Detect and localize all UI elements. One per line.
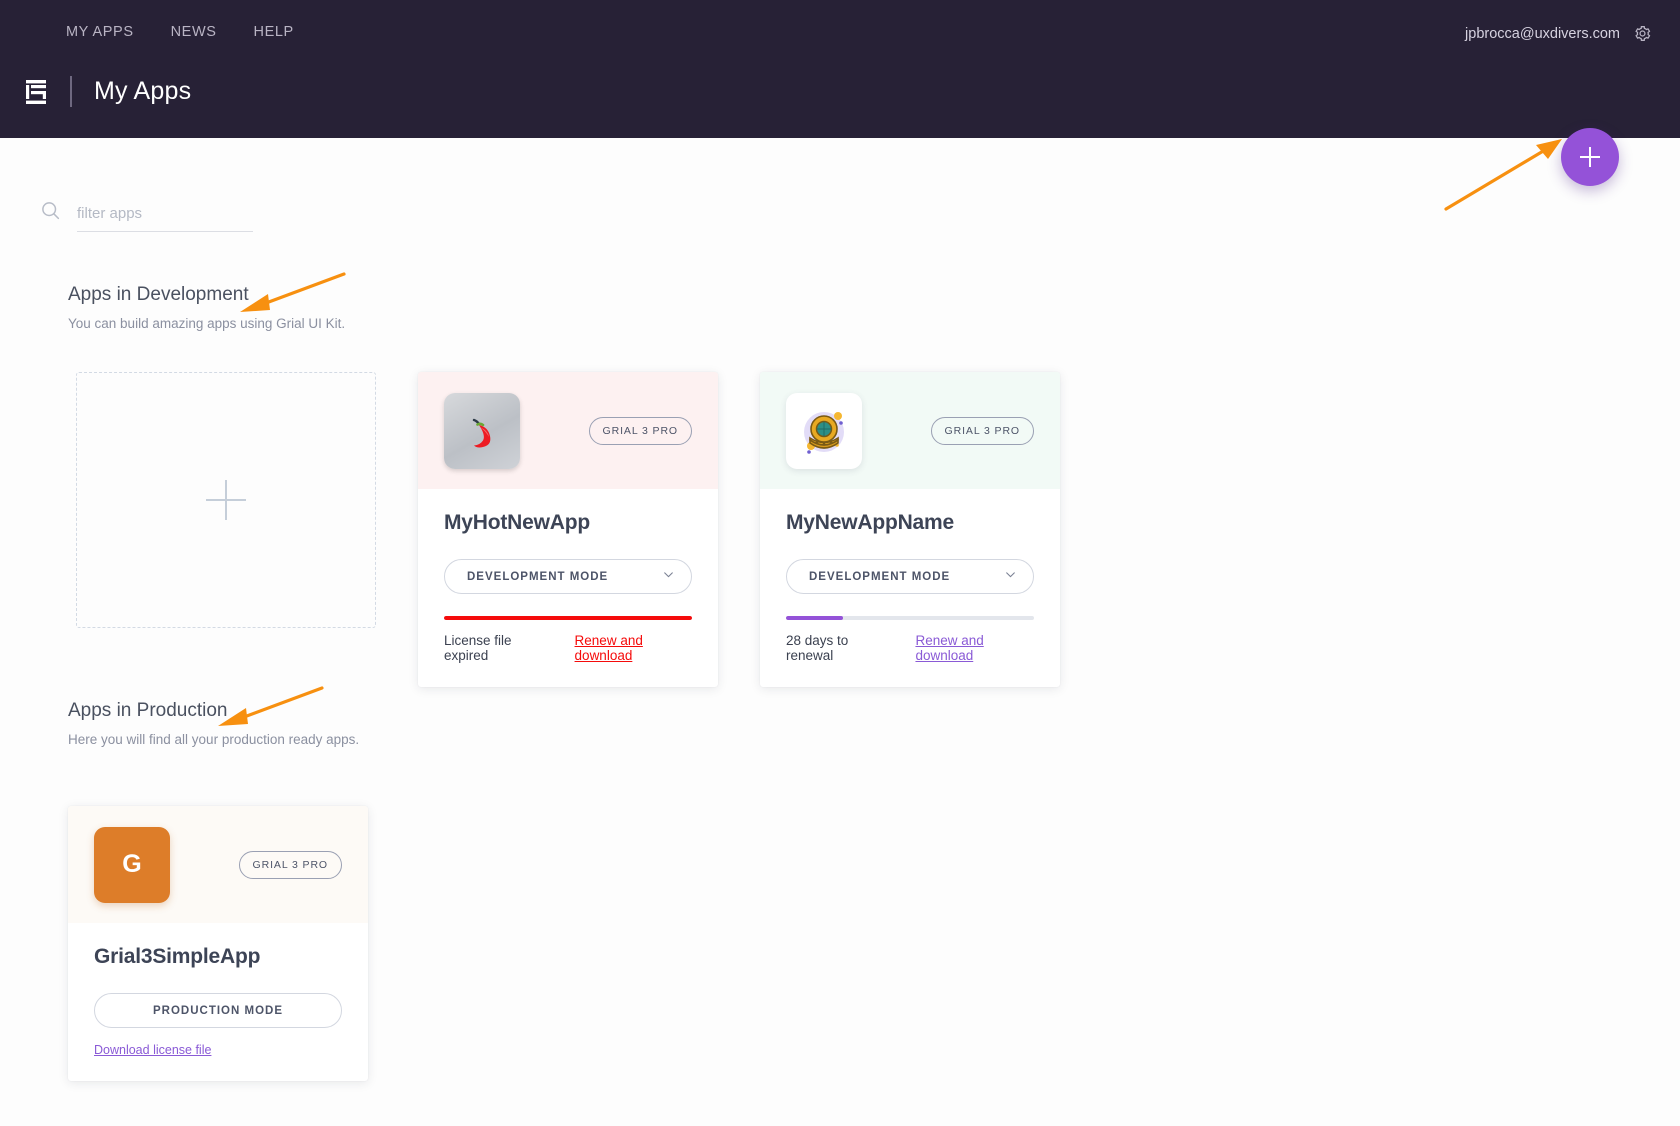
- renew-and-download-link[interactable]: Renew and download: [915, 633, 1034, 663]
- nav-item-my-apps[interactable]: MY APPS: [66, 24, 134, 40]
- app-card-header: GRIAL 3 PRO: [418, 372, 718, 489]
- app-card-header: GRIAL 3 PRO: [760, 372, 1060, 489]
- apps-in-production-title: Apps in Production: [68, 700, 228, 721]
- filter-apps-search: [40, 200, 253, 232]
- app-mode-label: PRODUCTION MODE: [153, 1004, 283, 1017]
- gear-icon[interactable]: [1633, 24, 1652, 43]
- app-status-row: 28 days to renewal Renew and download: [786, 633, 1034, 663]
- search-icon: [40, 200, 61, 232]
- app-card-body: MyNewAppName DEVELOPMENT MODE 28 days to…: [760, 489, 1060, 687]
- chili-pepper-icon: [444, 392, 520, 469]
- app-card-body: MyHotNewApp DEVELOPMENT MODE License fil…: [418, 489, 718, 687]
- license-status-text: 28 days to renewal: [786, 633, 849, 663]
- brand-row: My Apps: [24, 76, 191, 107]
- app-card-body: Grial3SimpleApp PRODUCTION MODE Download…: [68, 923, 368, 1081]
- brand-divider: [70, 76, 72, 107]
- grial-logo-icon: [24, 78, 48, 106]
- app-mode-select[interactable]: PRODUCTION MODE: [94, 993, 342, 1028]
- app-card[interactable]: GRIAL 3 PRO MyHotNewApp DEVELOPMENT MODE: [418, 372, 718, 687]
- app-name: Grial3SimpleApp: [94, 945, 261, 968]
- app-status-row: License file expired Renew and download: [444, 633, 692, 663]
- app-header: MY APPS NEWS HELP jpbrocca@uxdivers.com: [0, 0, 1680, 138]
- apps-in-development-section-header: Apps in Development You can build amazin…: [68, 284, 345, 331]
- license-badge: GRIAL 3 PRO: [238, 850, 342, 879]
- license-progress-bar: [786, 616, 1034, 620]
- license-status-text: License file expired: [444, 633, 512, 663]
- top-navigation: MY APPS NEWS HELP: [66, 24, 294, 40]
- app-name: MyNewAppName: [786, 511, 954, 534]
- account-area: jpbrocca@uxdivers.com: [1465, 24, 1652, 43]
- app-mode-label: DEVELOPMENT MODE: [809, 570, 951, 583]
- apps-in-development-title: Apps in Development: [68, 284, 249, 305]
- page-title: My Apps: [94, 77, 192, 105]
- new-app-placeholder-card[interactable]: [76, 372, 376, 628]
- apps-in-development-subtitle: You can build amazing apps using Grial U…: [68, 316, 346, 331]
- download-license-file-link[interactable]: Download license file: [94, 1043, 342, 1057]
- license-badge: GRIAL 3 PRO: [588, 416, 692, 445]
- apps-in-production-section-header: Apps in Production Here you will find al…: [68, 700, 359, 747]
- diving-helmet-icon: [786, 392, 862, 469]
- app-mode-select[interactable]: DEVELOPMENT MODE: [444, 559, 692, 594]
- search-input[interactable]: [77, 205, 253, 232]
- development-apps-grid: GRIAL 3 PRO MyHotNewApp DEVELOPMENT MODE: [76, 372, 1060, 687]
- app-card-header: G GRIAL 3 PRO: [68, 806, 368, 923]
- app-mode-label: DEVELOPMENT MODE: [467, 570, 609, 583]
- letter-g-icon: G: [94, 826, 170, 903]
- apps-in-production-subtitle: Here you will find all your production r…: [68, 732, 360, 747]
- account-email: jpbrocca@uxdivers.com: [1465, 25, 1620, 42]
- app-card[interactable]: G GRIAL 3 PRO Grial3SimpleApp PRODUCTION…: [68, 806, 368, 1081]
- nav-item-news[interactable]: NEWS: [171, 24, 217, 40]
- app-name: MyHotNewApp: [444, 511, 590, 534]
- add-app-fab[interactable]: [1561, 128, 1619, 186]
- plus-icon: [206, 480, 246, 520]
- app-mode-select[interactable]: DEVELOPMENT MODE: [786, 559, 1034, 594]
- app-icon-letter: G: [122, 850, 142, 878]
- production-apps-grid: G GRIAL 3 PRO Grial3SimpleApp PRODUCTION…: [68, 806, 368, 1081]
- chevron-down-icon: [662, 568, 675, 586]
- annotation-arrow-fab: [1444, 139, 1562, 211]
- nav-item-help[interactable]: HELP: [254, 24, 294, 40]
- my-apps-page: MY APPS NEWS HELP jpbrocca@uxdivers.com: [0, 0, 1680, 1126]
- license-progress-bar: [444, 616, 692, 620]
- app-card[interactable]: GRIAL 3 PRO MyNewAppName DEVELOPMENT MOD…: [760, 372, 1060, 687]
- chevron-down-icon: [1004, 568, 1017, 586]
- renew-and-download-link[interactable]: Renew and download: [575, 633, 692, 663]
- license-badge: GRIAL 3 PRO: [930, 416, 1034, 445]
